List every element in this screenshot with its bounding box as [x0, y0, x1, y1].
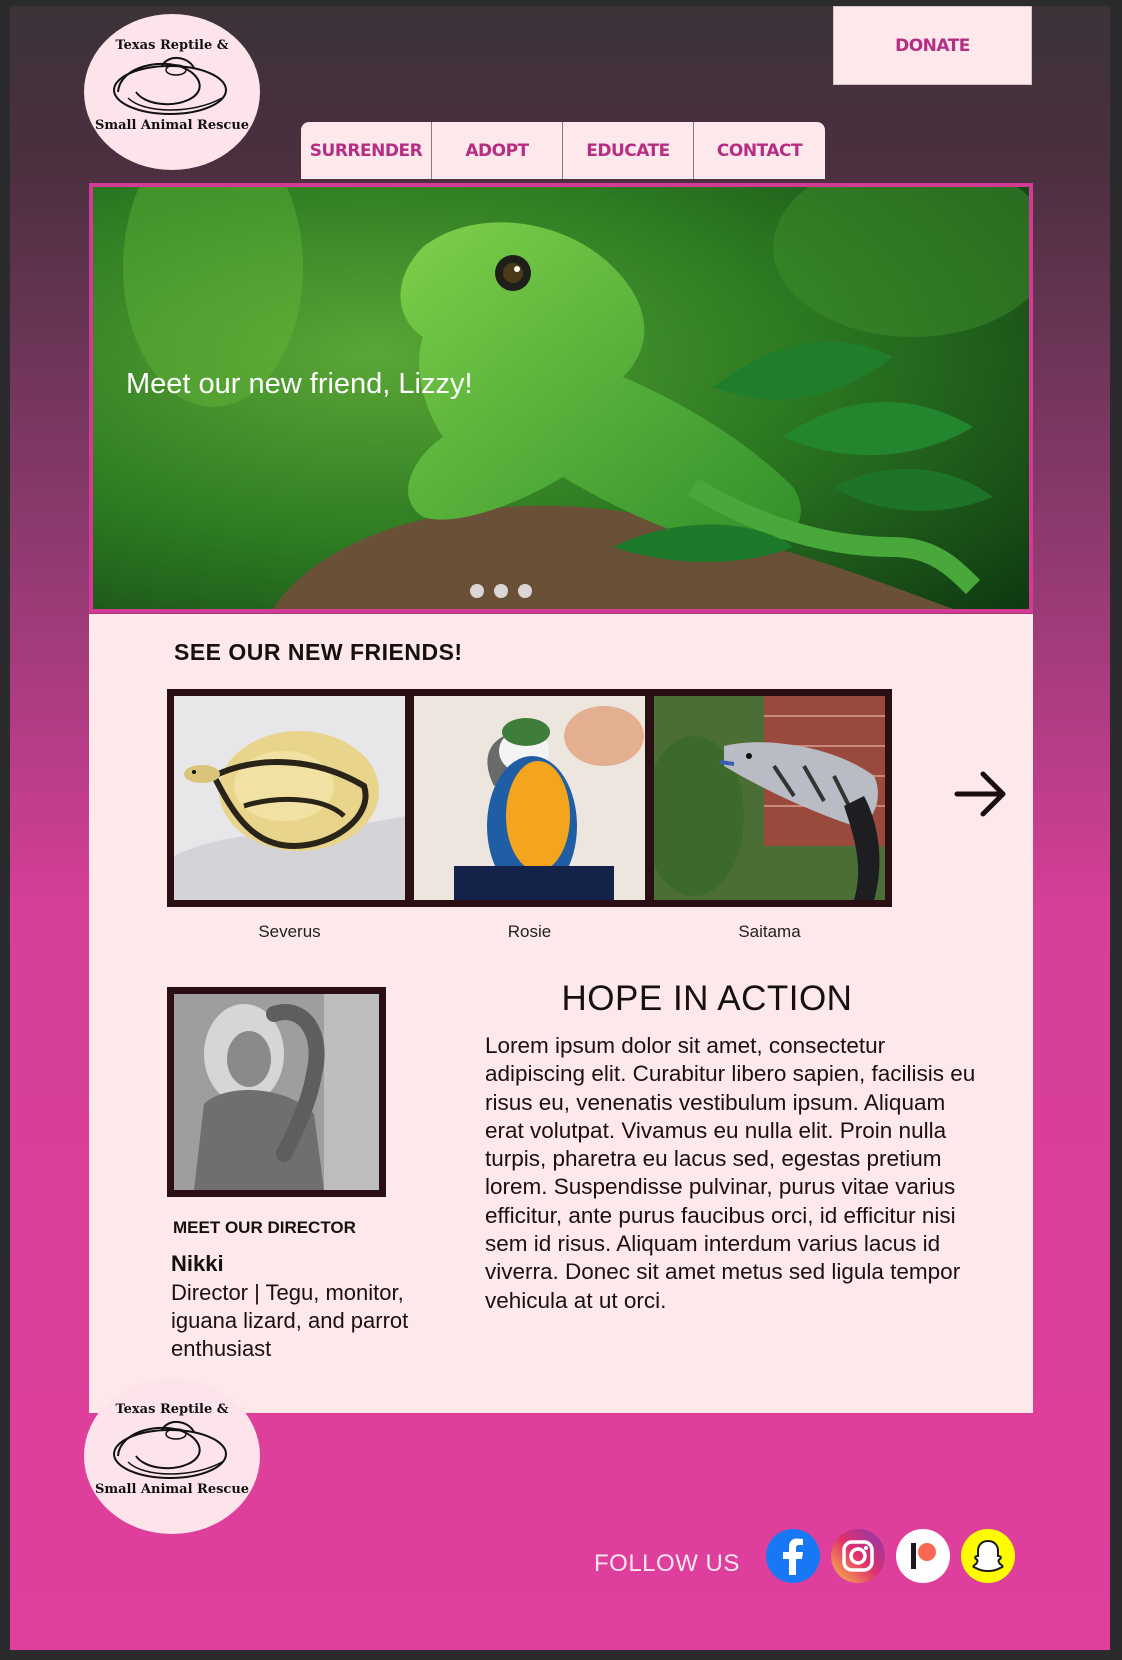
content-panel: SEE OUR NEW FRIENDS! Severus Rosie Saita… [89, 614, 1033, 1413]
friends-title: SEE OUR NEW FRIENDS! [174, 639, 463, 665]
hero-banner[interactable]: Meet our new friend, Lizzy! [89, 183, 1033, 613]
carousel-dot-2[interactable] [494, 584, 508, 598]
friend-photo[interactable] [647, 689, 892, 907]
carousel-dot-3[interactable] [518, 584, 532, 598]
friend-photo[interactable] [167, 689, 412, 907]
logo-text-bottom: Small Animal Rescue [94, 118, 250, 133]
friend-name: Severus [258, 922, 321, 941]
logo[interactable]: Texas Reptile & Small Animal Rescue [84, 14, 260, 170]
facebook-icon[interactable] [766, 1529, 820, 1583]
friend-name: Saitama [738, 922, 801, 941]
page: Texas Reptile & Small Animal Rescue DONA… [10, 6, 1110, 1650]
carousel-dots [470, 584, 532, 598]
hope-body: Lorem ipsum dolor sit amet, consectetur … [485, 1033, 976, 1313]
tab-surrender[interactable]: SURRENDER [301, 122, 432, 179]
footer-logo[interactable]: Texas Reptile & Small Animal Rescue [84, 1378, 260, 1534]
tab-educate[interactable]: EDUCATE [563, 122, 694, 179]
skink-photo [654, 696, 885, 900]
friend-card-saitama[interactable]: Saitama [647, 689, 892, 942]
snapchat-icon[interactable] [961, 1529, 1015, 1583]
snake-logo-icon [113, 57, 227, 115]
donate-button[interactable]: DONATE [833, 6, 1032, 85]
hope-title: HOPE IN ACTION [561, 979, 853, 1018]
hero-caption: Meet our new friend, Lizzy! [126, 368, 473, 400]
director-role: Director | Tegu, monitor, iguana lizard,… [171, 1280, 409, 1361]
patreon-icon[interactable] [896, 1529, 950, 1583]
snake-logo-icon [113, 1421, 227, 1479]
snake-photo [174, 696, 405, 900]
parrot-photo [414, 696, 645, 900]
director-image [174, 994, 379, 1190]
logo-text-bottom: Small Animal Rescue [94, 1482, 250, 1497]
arrow-right-icon[interactable] [951, 764, 1011, 824]
carousel-dot-1[interactable] [470, 584, 484, 598]
director-photo [167, 987, 386, 1197]
instagram-icon[interactable] [831, 1529, 885, 1583]
main-nav: SURRENDER ADOPT EDUCATE CONTACT [301, 122, 825, 179]
follow-us-label: FOLLOW US [594, 1550, 740, 1577]
tab-contact[interactable]: CONTACT [694, 122, 825, 179]
friend-card-severus[interactable]: Severus [167, 689, 412, 942]
friend-photo[interactable] [407, 689, 652, 907]
friend-card-rosie[interactable]: Rosie [407, 689, 652, 942]
friend-name: Rosie [507, 922, 552, 941]
director-name: Nikki [171, 1251, 224, 1276]
tab-adopt[interactable]: ADOPT [432, 122, 563, 179]
director-label: MEET OUR DIRECTOR [173, 1218, 356, 1237]
